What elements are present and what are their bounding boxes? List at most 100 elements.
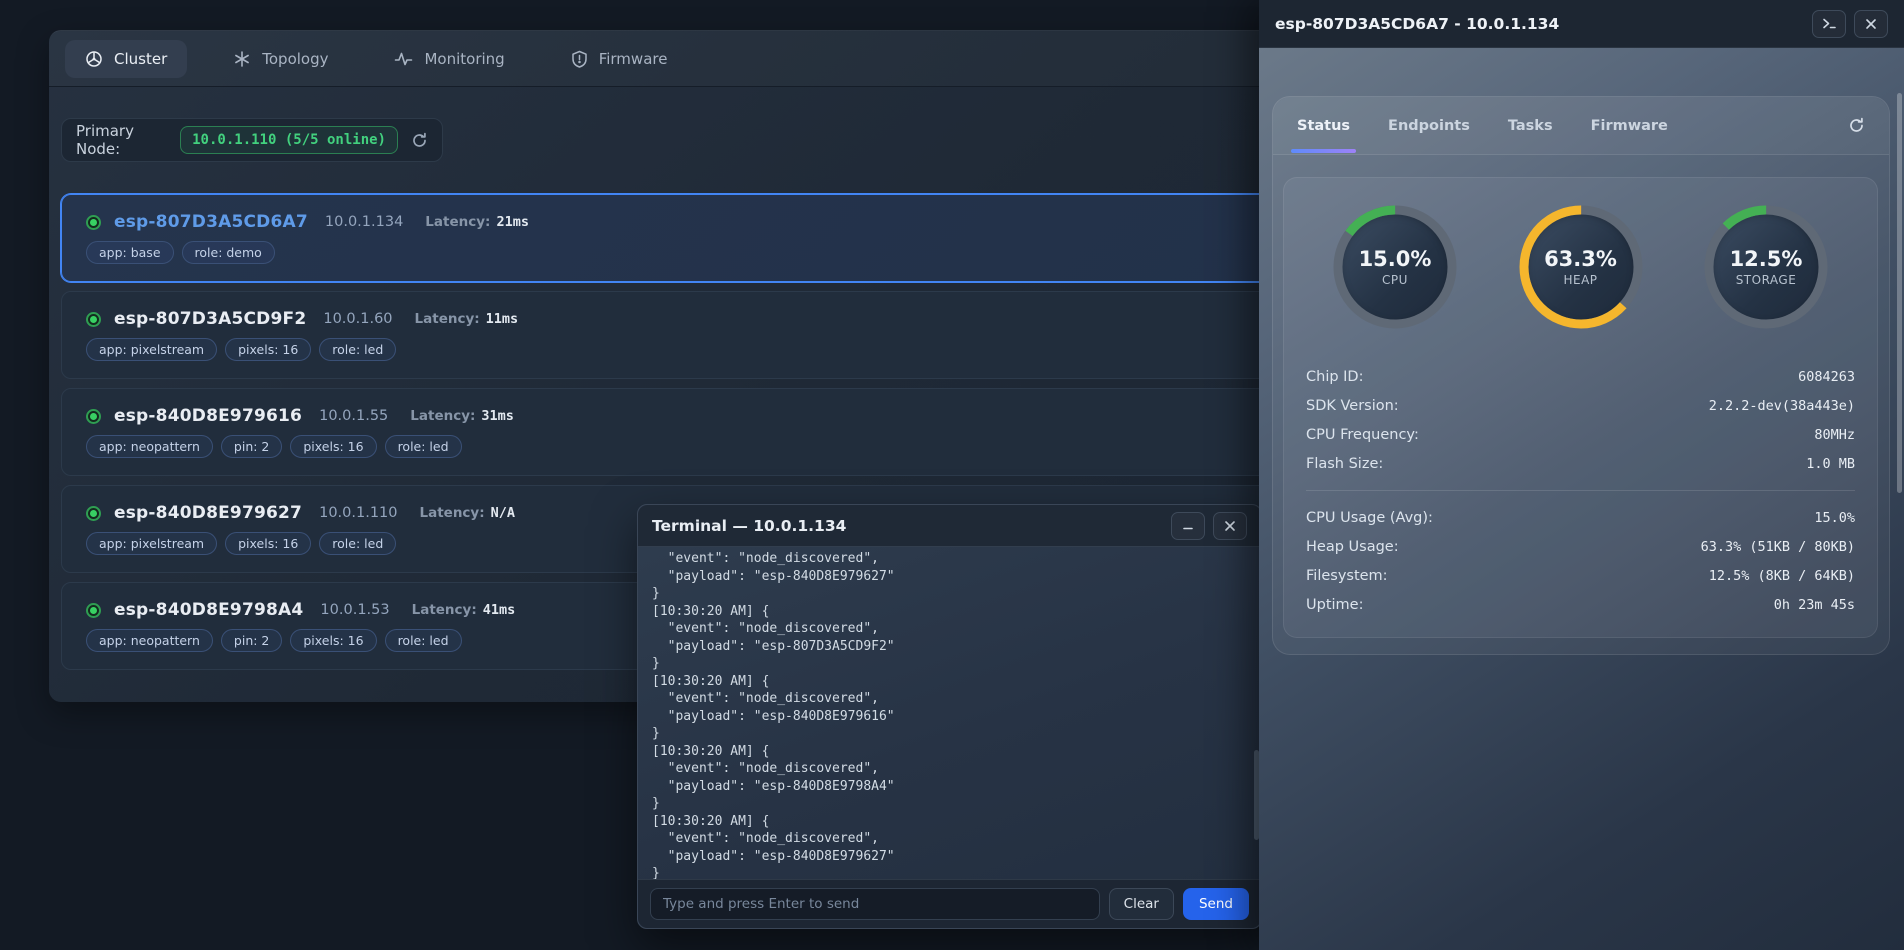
terminal-window: Terminal — 10.0.1.134 "event": "node_dis… [637,504,1262,929]
tag-pill: pin: 2 [221,435,282,458]
panel-tab-firmware[interactable]: Firmware [1591,97,1668,154]
tab-monitoring[interactable]: Monitoring [374,40,524,78]
firmware-icon [571,50,588,68]
primary-node-label: Primary Node: [76,122,167,158]
node-ip: 10.0.1.134 [325,214,403,230]
node-name: esp-840D8E979627 [114,503,302,523]
status-dot-icon [86,603,101,618]
detail-label: CPU Usage (Avg): [1306,510,1433,526]
tab-label: Topology [262,50,328,68]
tag-pill: role: led [385,435,462,458]
node-name: esp-840D8E979616 [114,406,302,426]
node-ip: 10.0.1.55 [319,408,388,424]
latency-label: Latency: [425,214,490,230]
tab-label: Cluster [114,50,167,68]
tag-pill: pin: 2 [221,629,282,652]
monitoring-icon [394,50,413,68]
terminal-log[interactable]: "event": "node_discovered", "payload": "… [638,547,1261,879]
gauge-row: 15.0%CPU63.3%HEAP12.5%STORAGE [1304,202,1857,332]
detail-label: Flash Size: [1306,456,1383,472]
refresh-icon[interactable] [411,132,428,149]
send-button[interactable]: Send [1183,888,1249,920]
detail-value: 6084263 [1798,369,1855,385]
detail-value: 15.0% [1814,510,1855,526]
close-icon[interactable] [1854,10,1888,38]
tag-pill: pixels: 16 [290,435,376,458]
detail-row: Uptime: 0h 23m 45s [1306,590,1855,619]
status-dot-icon [86,312,101,327]
detail-value: 1.0 MB [1806,456,1855,472]
tag-pill: role: led [319,532,396,555]
detail-value: 80MHz [1814,427,1855,443]
terminal-header[interactable]: Terminal — 10.0.1.134 [638,505,1261,547]
tab-firmware[interactable]: Firmware [551,40,688,78]
latency-label: Latency: [415,311,480,327]
latency-label: Latency: [420,505,485,521]
detail-value: 0h 23m 45s [1774,597,1855,613]
detail-label: CPU Frequency: [1306,427,1419,443]
detail-value: 12.5% (8KB / 64KB) [1709,568,1855,584]
tag-pill: app: pixelstream [86,532,217,555]
tag-pill: app: pixelstream [86,338,217,361]
tag-pill: role: demo [182,241,275,264]
tab-label: Monitoring [424,50,504,68]
detail-group-secondary: CPU Usage (Avg): 15.0% Heap Usage:63.3% (5… [1306,503,1855,619]
status-wrapper: StatusEndpointsTasksFirmware 15.0%CPU63.… [1272,96,1890,655]
panel-tab-endpoints[interactable]: Endpoints [1388,97,1470,154]
clear-button[interactable]: Clear [1109,888,1174,920]
latency-value: 31ms [481,408,514,424]
detail-row: CPU Frequency: 80MHz [1306,420,1855,449]
panel-header: esp-807D3A5CD6A7 - 10.0.1.134 [1259,0,1904,48]
node-ip: 10.0.1.53 [320,602,389,618]
node-name: esp-807D3A5CD9F2 [114,309,306,329]
detail-row: Heap Usage:63.3% (51KB / 80KB) [1306,532,1855,561]
detail-row: Chip ID: 6084263 [1306,362,1855,391]
gauge-value: 12.5% [1730,247,1803,271]
tab-label: Firmware [599,50,668,68]
minimize-icon[interactable] [1171,512,1205,540]
detail-label: Chip ID: [1306,369,1363,385]
terminal-icon[interactable] [1812,10,1846,38]
terminal-title: Terminal — 10.0.1.134 [652,517,846,535]
latency-label: Latency: [412,602,477,618]
tag-pill: app: neopattern [86,435,213,458]
gauge-label: CPU [1382,273,1408,287]
detail-row: SDK Version:2.2.2-dev(38a443e) [1306,391,1855,420]
detail-rows: Chip ID: 6084263 SDK Version:2.2.2-dev(38a… [1304,362,1857,619]
tag-pill: role: led [319,338,396,361]
latency-value: 11ms [486,311,519,327]
primary-node-bar: Primary Node: 10.0.1.110 (5/5 online) [61,118,443,162]
node-name: esp-840D8E9798A4 [114,600,303,620]
tag-pill: role: led [385,629,462,652]
node-ip: 10.0.1.110 [319,505,397,521]
gauge-value: 63.3% [1544,247,1617,271]
latency-value: 41ms [483,602,516,618]
panel-title: esp-807D3A5CD6A7 - 10.0.1.134 [1275,15,1559,33]
panel-tab-tasks[interactable]: Tasks [1508,97,1553,154]
detail-row: CPU Usage (Avg): 15.0% [1306,503,1855,532]
gauge-cpu: 15.0%CPU [1330,202,1460,332]
terminal-input[interactable] [650,888,1100,920]
node-ip: 10.0.1.60 [323,311,392,327]
tag-pill: app: base [86,241,174,264]
cluster-icon [85,50,103,68]
panel-tab-status[interactable]: Status [1297,97,1350,154]
detail-group-primary: Chip ID: 6084263 SDK Version:2.2.2-dev(38a… [1306,362,1855,478]
refresh-icon[interactable] [1848,117,1865,134]
detail-row: Flash Size: 1.0 MB [1306,449,1855,478]
topology-icon [233,50,251,68]
status-dot-icon [86,409,101,424]
node-detail-panel: esp-807D3A5CD6A7 - 10.0.1.134 Status Endp… [1259,0,1904,950]
gauge-heap: 63.3%HEAP [1516,202,1646,332]
panel-scrollbar-thumb[interactable] [1897,93,1902,493]
close-icon[interactable] [1213,512,1247,540]
tag-pill: pixels: 16 [225,532,311,555]
status-dot-icon [86,215,101,230]
latency-label: Latency: [410,408,475,424]
detail-value: 2.2.2-dev(38a443e) [1709,398,1855,414]
tab-topology[interactable]: Topology [213,40,348,78]
detail-label: Uptime: [1306,597,1363,613]
panel-tabs: Status Endpoints Tasks Firmware [1273,97,1889,155]
detail-label: Heap Usage: [1306,539,1399,555]
tab-cluster[interactable]: Cluster [65,40,187,78]
